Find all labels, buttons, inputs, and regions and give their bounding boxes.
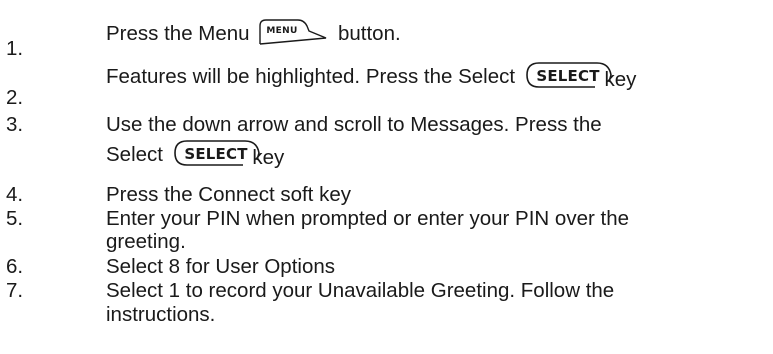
step-number: 4.	[6, 183, 24, 206]
step-number: 2.	[6, 86, 24, 109]
svg-text:SELECT: SELECT	[184, 145, 248, 163]
menu-key-icon: MENU	[258, 17, 330, 47]
step-text-continued: instructions.	[106, 303, 216, 326]
step-number: 3.	[6, 113, 24, 136]
step-text: Features will be highlighted. Press the …	[106, 58, 636, 92]
step-number: 6.	[6, 255, 24, 278]
step-text: Use the down arrow and scroll to Message…	[106, 113, 602, 136]
step-text: Select 1 to record your Unavailable Gree…	[106, 279, 615, 302]
step-number: 1.	[6, 37, 24, 60]
step-text: Press the Connect soft key	[106, 183, 351, 206]
step-text: Press the Menu MENU button.	[106, 17, 401, 47]
svg-text:SELECT: SELECT	[536, 67, 600, 85]
svg-text:MENU: MENU	[267, 26, 298, 36]
step-text: Select 8 for User Options	[106, 255, 336, 278]
step-text: Enter your PIN when prompted or enter yo…	[106, 207, 630, 230]
step-number: 5.	[6, 207, 24, 230]
select-key-icon: SELECT	[525, 58, 617, 92]
select-key-icon: SELECT	[173, 136, 265, 170]
step-text-continued: Select SELECT key	[106, 136, 284, 170]
step-text-continued: greeting.	[106, 230, 186, 253]
step-number: 7.	[6, 279, 24, 302]
